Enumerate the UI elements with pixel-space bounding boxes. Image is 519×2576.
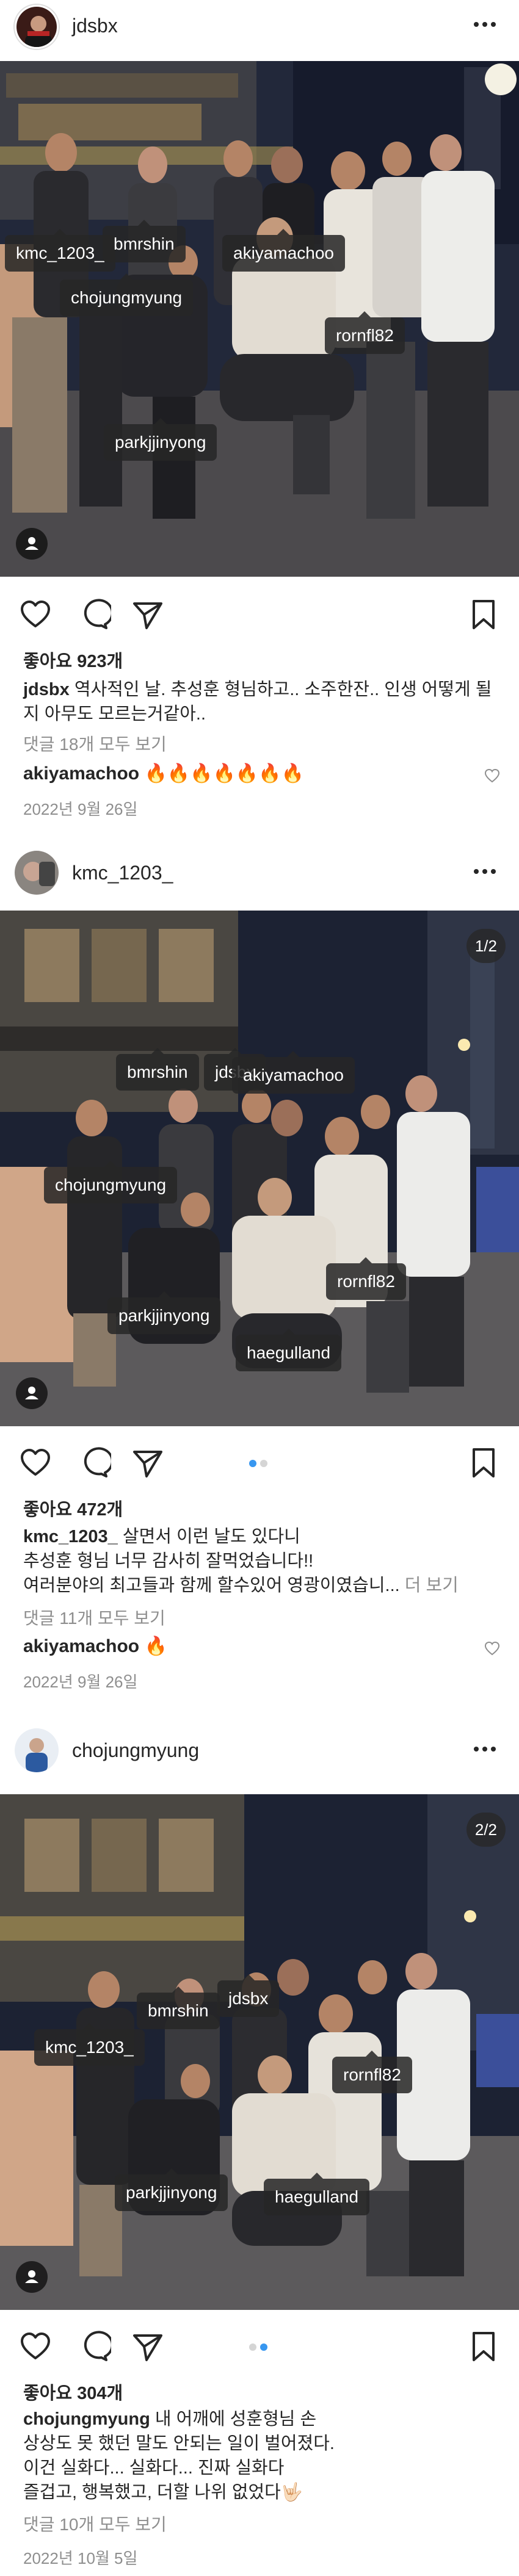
user-tag[interactable]: chojungmyung bbox=[60, 273, 194, 316]
user-tag[interactable]: haegulland bbox=[264, 2173, 370, 2215]
post-actions bbox=[0, 583, 519, 644]
post-username[interactable]: kmc_1203_ bbox=[72, 862, 173, 884]
bookmark-icon[interactable] bbox=[466, 1446, 501, 1480]
carousel-dots bbox=[247, 2343, 269, 2354]
user-tag[interactable]: rornfl82 bbox=[326, 1257, 406, 1300]
post-date: 2022년 9월 26일 bbox=[23, 800, 138, 818]
user-tag[interactable]: parkjjinyong bbox=[104, 418, 217, 461]
post-header: jdsbx bbox=[0, 0, 519, 61]
heart-icon[interactable] bbox=[18, 2329, 53, 2364]
comment-icon[interactable] bbox=[77, 2329, 111, 2364]
caption-username[interactable]: chojungmyung bbox=[23, 2409, 150, 2429]
caption-username[interactable]: kmc_1203_ bbox=[23, 1527, 118, 1546]
comment-icon[interactable] bbox=[77, 1446, 111, 1480]
share-icon[interactable] bbox=[131, 2329, 165, 2364]
share-icon[interactable] bbox=[131, 597, 165, 632]
post-photo[interactable]: 2/2 bmrshin jdsbx kmc_1203_ rornfl82 par… bbox=[0, 1794, 519, 2310]
post-username[interactable]: jdsbx bbox=[72, 15, 118, 37]
user-tag[interactable]: bmrshin bbox=[116, 1048, 199, 1091]
comment-text: 🔥🔥🔥🔥🔥🔥🔥 bbox=[144, 763, 304, 784]
caption-text: 살면서 이런 날도 있다니 bbox=[122, 1527, 300, 1546]
user-tag[interactable]: chojungmyung bbox=[44, 1161, 178, 1203]
user-tag[interactable]: haegulland bbox=[236, 1329, 342, 1371]
user-tag[interactable]: jdsbx bbox=[217, 1974, 280, 2017]
view-comments-link[interactable]: 댓글 18개 모두 보기 bbox=[23, 731, 167, 756]
caption-text: 상상도 못 했던 말도 안되는 일이 벌어졌다. bbox=[23, 2434, 335, 2453]
user-tag[interactable]: rornfl82 bbox=[332, 2051, 412, 2093]
user-tag[interactable]: bmrshin bbox=[103, 220, 186, 262]
post-photo[interactable]: 1/2 bmrshin jdsbx akiyamachoo chojungmyu… bbox=[0, 911, 519, 1426]
user-tag[interactable]: akiyamachoo bbox=[222, 229, 345, 272]
more-icon[interactable] bbox=[471, 863, 498, 880]
heart-icon[interactable] bbox=[18, 597, 53, 632]
comment-text: 🔥 bbox=[144, 1636, 167, 1656]
caption-text: 이건 실화다... 실화다... 진짜 실화다 bbox=[23, 2458, 285, 2478]
caption-text: 여러분야의 최고들과 함께 할수있어 영광이였습니... bbox=[23, 1576, 400, 1595]
user-tag[interactable]: parkjjinyong bbox=[107, 1291, 221, 1334]
post-header: chojungmyung bbox=[0, 1715, 519, 1776]
share-icon[interactable] bbox=[131, 1446, 165, 1480]
comment: akiyamachoo 🔥🔥🔥🔥🔥🔥🔥 bbox=[23, 763, 304, 784]
post-header: kmc_1203_ bbox=[0, 842, 519, 903]
more-icon[interactable] bbox=[471, 1741, 498, 1758]
user-tag[interactable]: kmc_1203_ bbox=[5, 229, 115, 272]
caption-text: 내 어깨에 성훈형님 손 bbox=[154, 2409, 317, 2429]
user-tag[interactable]: kmc_1203_ bbox=[34, 2023, 145, 2066]
user-tag[interactable]: akiyamachoo bbox=[232, 1051, 355, 1094]
comment: akiyamachoo 🔥 bbox=[23, 1636, 167, 1657]
like-count[interactable]: 좋아요 923개 bbox=[23, 647, 123, 673]
carousel-counter: 2/2 bbox=[466, 1813, 506, 1847]
user-tag-icon[interactable] bbox=[16, 2261, 48, 2293]
view-comments-link[interactable]: 댓글 10개 모두 보기 bbox=[23, 2511, 167, 2536]
post-date: 2022년 10월 5일 bbox=[23, 2549, 138, 2567]
user-tag-icon[interactable] bbox=[16, 528, 48, 560]
comment-like-icon[interactable] bbox=[484, 1640, 501, 1656]
caption: jdsbx 역사적인 날. 추성훈 형님하고.. 소주한잔.. 인생 어떻게 될… bbox=[23, 677, 499, 726]
caption-text: 즐겁고, 행복했고, 더할 나위 없었다🤟🏻 bbox=[23, 2483, 303, 2502]
view-comments-link[interactable]: 댓글 11개 모두 보기 bbox=[23, 1605, 165, 1629]
bookmark-icon[interactable] bbox=[466, 597, 501, 632]
caption: chojungmyung 내 어깨에 성훈형님 손 상상도 못 했던 말도 안되… bbox=[23, 2407, 499, 2505]
like-count[interactable]: 좋아요 472개 bbox=[23, 1495, 123, 1521]
comment-username[interactable]: akiyamachoo bbox=[23, 1636, 139, 1656]
carousel-counter: 1/2 bbox=[466, 929, 506, 963]
user-tag-icon[interactable] bbox=[16, 1377, 48, 1409]
user-tag[interactable]: parkjjinyong bbox=[115, 2168, 228, 2211]
more-link[interactable]: 더 보기 bbox=[405, 1576, 459, 1595]
post-date: 2022년 9월 26일 bbox=[23, 1673, 138, 1691]
caption-text: 추성훈 형님 너무 감사히 잘먹었습니다!! bbox=[23, 1551, 314, 1571]
comment-username[interactable]: akiyamachoo bbox=[23, 763, 139, 784]
post-username[interactable]: chojungmyung bbox=[72, 1739, 199, 1762]
post-actions bbox=[0, 2315, 519, 2376]
avatar[interactable] bbox=[15, 851, 59, 895]
avatar[interactable] bbox=[15, 1728, 59, 1772]
caption-username[interactable]: jdsbx bbox=[23, 680, 70, 699]
post-photo[interactable]: kmc_1203_ bmrshin akiyamachoo chojungmyu… bbox=[0, 61, 519, 577]
heart-icon[interactable] bbox=[18, 1446, 53, 1480]
post-actions bbox=[0, 1431, 519, 1492]
user-tag[interactable]: rornfl82 bbox=[325, 311, 405, 354]
more-icon[interactable] bbox=[471, 16, 498, 33]
caption: kmc_1203_ 살면서 이런 날도 있다니 추성훈 형님 너무 감사히 잘먹… bbox=[23, 1524, 499, 1598]
user-tag[interactable]: bmrshin bbox=[137, 1986, 220, 2029]
bookmark-icon[interactable] bbox=[466, 2329, 501, 2364]
like-count[interactable]: 좋아요 304개 bbox=[23, 2379, 123, 2405]
caption-text: 역사적인 날. 추성훈 형님하고.. 소주한잔.. 인생 어떻게 될지 아무도 … bbox=[23, 680, 492, 724]
avatar[interactable] bbox=[15, 5, 59, 49]
comment-icon[interactable] bbox=[77, 597, 111, 632]
carousel-dots bbox=[247, 1459, 269, 1470]
comment-like-icon[interactable] bbox=[484, 768, 501, 784]
